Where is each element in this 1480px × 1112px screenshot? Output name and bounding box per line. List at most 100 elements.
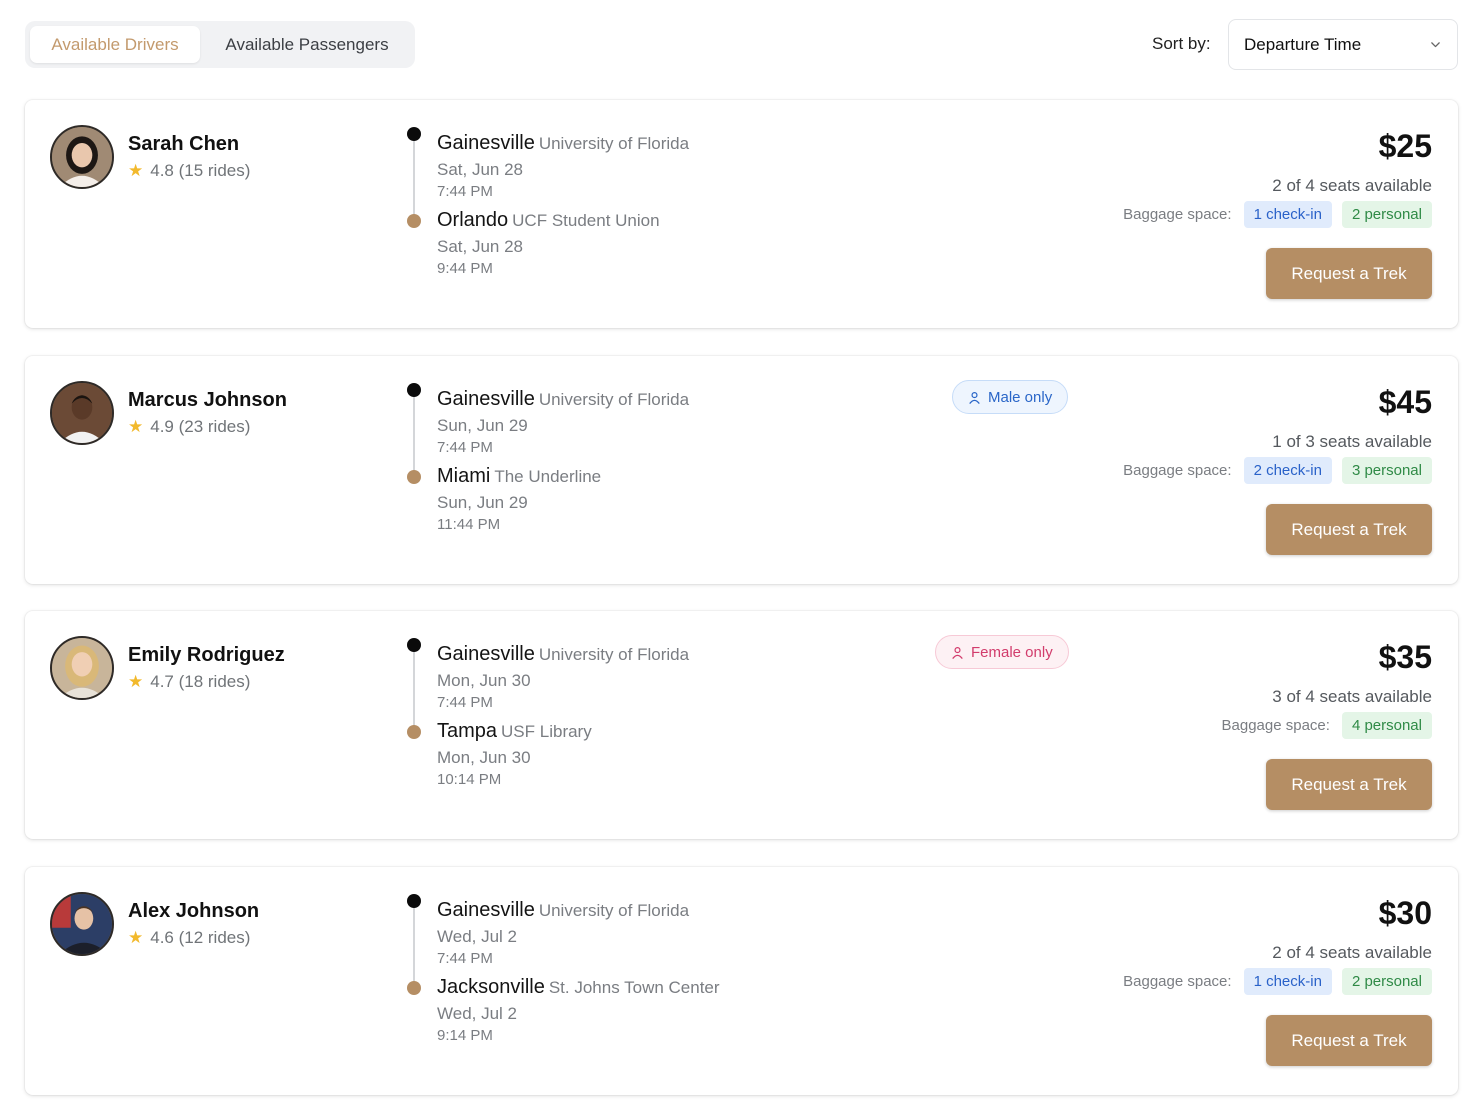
destination-date: Mon, Jun 30	[437, 748, 531, 767]
destination-city: Miami	[437, 465, 491, 487]
destination-time: 10:14 PM	[437, 771, 502, 788]
personal-badge: 2 personal	[1341, 201, 1432, 228]
route: Gainesville University of Florida Mon, Ju…	[405, 635, 825, 805]
seats-available: 2 of 4 seats available	[1272, 176, 1432, 195]
destination-stop: Miami The Underline Sun, Jun 29 11:44 PM	[437, 465, 601, 533]
destination-stop: Tampa USF Library Mon, Jun 30 10:14 PM	[437, 720, 592, 788]
destination-time: 11:44 PM	[437, 516, 501, 533]
origin-stop: Gainesville University of Florida Sun, Ju…	[437, 388, 689, 456]
destination-dot-icon	[407, 470, 421, 484]
checkin-badge: 1 check-in	[1243, 201, 1332, 228]
origin-date: Mon, Jun 30	[437, 671, 531, 690]
driver-name: Marcus Johnson	[128, 389, 287, 411]
tab-available-drivers[interactable]: Available Drivers	[30, 26, 200, 63]
ride-price: $25	[1378, 128, 1432, 164]
destination-place: The Underline	[494, 467, 602, 486]
ride-card: Marcus Johnson ★ 4.9 (23 rides) Gainesvil…	[25, 356, 1458, 584]
destination-place: St. Johns Town Center	[548, 978, 720, 997]
origin-date: Wed, Jul 2	[437, 927, 518, 946]
origin-dot-icon	[407, 127, 421, 141]
route: Gainesville University of Florida Sun, Ju…	[405, 380, 825, 550]
rating-text: 4.7 (18 rides)	[150, 672, 251, 691]
origin-stop: Gainesville University of Florida Mon, Ju…	[437, 643, 689, 711]
baggage-space: Baggage space: 2 check-in 3 personal	[1123, 457, 1432, 484]
request-trek-button[interactable]: Request a Trek	[1266, 504, 1432, 555]
sort-label: Sort by:	[1152, 34, 1211, 53]
route-line	[413, 905, 415, 985]
origin-city: Gainesville	[437, 132, 535, 154]
sort-select[interactable]: Departure Time	[1228, 19, 1458, 70]
request-trek-button[interactable]: Request a Trek	[1266, 759, 1432, 810]
destination-dot-icon	[407, 981, 421, 995]
ride-card: Emily Rodriguez ★ 4.7 (18 rides) Gainesvi…	[25, 611, 1458, 839]
destination-stop: Orlando UCF Student Union Sat, Jun 28 9:4…	[437, 209, 660, 277]
destination-place: UCF Student Union	[512, 211, 660, 230]
origin-city: Gainesville	[437, 388, 535, 410]
request-trek-button[interactable]: Request a Trek	[1266, 1015, 1432, 1066]
seats-available: 3 of 4 seats available	[1272, 687, 1432, 706]
baggage-space: Baggage space: 4 personal	[1222, 712, 1432, 739]
star-icon: ★	[128, 928, 144, 947]
person-icon	[952, 646, 963, 659]
baggage-label: Baggage space:	[1221, 717, 1330, 734]
driver-rating: ★ 4.7 (18 rides)	[128, 672, 250, 692]
request-trek-button[interactable]: Request a Trek	[1266, 248, 1432, 299]
avatar	[50, 892, 114, 956]
origin-city: Gainesville	[437, 643, 535, 665]
gender-preference-badge: Female only	[935, 635, 1069, 669]
rating-text: 4.9 (23 rides)	[150, 417, 251, 436]
person-icon	[969, 391, 980, 404]
ride-type-tabs: Available Drivers Available Passengers	[25, 21, 415, 68]
sort-select-value: Departure Time	[1244, 34, 1362, 54]
origin-stop: Gainesville University of Florida Sat, Ju…	[437, 132, 689, 200]
avatar	[50, 125, 114, 189]
baggage-label: Baggage space:	[1123, 973, 1232, 990]
star-icon: ★	[128, 417, 144, 436]
ride-price: $35	[1378, 639, 1432, 675]
origin-dot-icon	[407, 638, 421, 652]
destination-stop: Jacksonville St. Johns Town Center Wed, J…	[437, 976, 720, 1044]
route-line	[413, 649, 415, 729]
route: Gainesville University of Florida Sat, Ju…	[405, 124, 825, 294]
checkin-badge: 2 check-in	[1243, 457, 1332, 484]
destination-city: Tampa	[437, 720, 498, 742]
destination-time: 9:44 PM	[437, 260, 493, 277]
preference-label: Female only	[971, 643, 1053, 661]
ride-card: Alex Johnson ★ 4.6 (12 rides) Gainesville…	[25, 867, 1458, 1095]
driver-rating: ★ 4.6 (12 rides)	[128, 928, 250, 948]
origin-dot-icon	[407, 894, 421, 908]
origin-time: 7:44 PM	[437, 183, 493, 200]
destination-date: Sat, Jun 28	[437, 237, 524, 256]
tab-available-passengers[interactable]: Available Passengers	[204, 26, 410, 63]
seats-available: 1 of 3 seats available	[1272, 432, 1432, 451]
star-icon: ★	[128, 161, 144, 180]
personal-badge: 2 personal	[1341, 968, 1432, 995]
route: Gainesville University of Florida Wed, Ju…	[405, 891, 825, 1061]
destination-date: Wed, Jul 2	[437, 1004, 518, 1023]
preference-label: Male only	[988, 388, 1053, 406]
checkin-badge: 1 check-in	[1243, 968, 1332, 995]
origin-time: 7:44 PM	[437, 694, 493, 711]
rating-text: 4.6 (12 rides)	[150, 928, 251, 947]
origin-city: Gainesville	[437, 899, 535, 921]
baggage-space: Baggage space: 1 check-in 2 personal	[1123, 968, 1432, 995]
origin-place: University of Florida	[538, 390, 690, 409]
destination-place: USF Library	[501, 722, 592, 741]
origin-place: University of Florida	[538, 901, 690, 920]
route-line	[413, 394, 415, 474]
origin-stop: Gainesville University of Florida Wed, Ju…	[437, 899, 689, 967]
origin-place: University of Florida	[538, 645, 690, 664]
destination-time: 9:14 PM	[437, 1027, 493, 1044]
driver-name: Alex Johnson	[128, 900, 260, 922]
ride-price: $45	[1378, 384, 1432, 420]
rating-text: 4.8 (15 rides)	[150, 161, 251, 180]
driver-name: Emily Rodriguez	[128, 644, 285, 666]
origin-dot-icon	[407, 383, 421, 397]
ride-card: Sarah Chen ★ 4.8 (15 rides) Gainesville Un…	[25, 100, 1458, 328]
destination-date: Sun, Jun 29	[437, 493, 528, 512]
destination-city: Orlando	[437, 209, 509, 231]
star-icon: ★	[128, 672, 144, 691]
origin-date: Sun, Jun 29	[437, 416, 528, 435]
personal-badge: 4 personal	[1341, 712, 1432, 739]
seats-available: 2 of 4 seats available	[1272, 943, 1432, 962]
